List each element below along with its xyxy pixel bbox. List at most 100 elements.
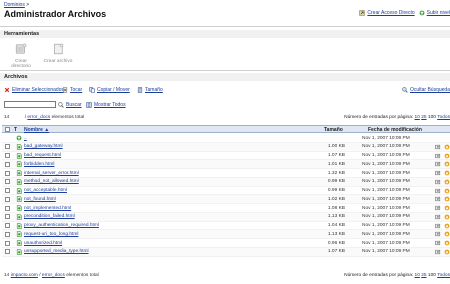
row-checkbox[interactable] xyxy=(5,240,10,246)
table-row[interactable]: not_acceptable.html 0.99 KB Nov 1, 2007 10… xyxy=(2,187,450,196)
edit-icon[interactable] xyxy=(435,179,441,185)
select-all-checkbox[interactable] xyxy=(5,127,10,132)
direct-access-link[interactable]: Crear Acceso Directo xyxy=(359,10,415,16)
per-page-10[interactable]: 10 xyxy=(415,273,420,278)
permissions-icon[interactable] xyxy=(444,231,450,237)
row-checkbox[interactable] xyxy=(5,231,10,237)
search-input[interactable] xyxy=(4,101,56,108)
table-row[interactable]: not_found.html 1.02 KB Nov 1, 2007 10:09 P… xyxy=(2,195,450,204)
row-checkbox[interactable] xyxy=(5,170,10,176)
file-name-link[interactable]: request-uri_too_long.html xyxy=(24,232,78,237)
permissions-icon[interactable] xyxy=(444,170,450,176)
file-name-link[interactable]: forbidden.html xyxy=(24,162,54,167)
file-name-link[interactable]: internal_server_error.html xyxy=(24,171,79,176)
permissions-icon[interactable] xyxy=(444,249,450,255)
edit-icon[interactable] xyxy=(435,144,441,150)
file-name-link[interactable]: not_acceptable.html xyxy=(24,188,67,193)
edit-icon[interactable] xyxy=(435,205,441,211)
show-all-button[interactable]: Mostrar Todos xyxy=(86,102,126,108)
file-name-link[interactable]: not_found.html xyxy=(24,197,56,202)
file-name-link[interactable]: not_implemented.html xyxy=(24,206,71,211)
permissions-icon[interactable] xyxy=(444,196,450,202)
table-row[interactable]: not_implemented.html 1.08 KB Nov 1, 2007 1… xyxy=(2,204,450,213)
file-date: Nov 1, 2007 10:09 PM xyxy=(362,170,410,176)
row-checkbox[interactable] xyxy=(5,205,10,211)
col-modified[interactable]: Fecha de modificación xyxy=(368,127,422,133)
table-row[interactable]: unsupported_media_type.html 1.07 KB Nov 1,… xyxy=(2,247,450,257)
per-page-10[interactable]: 10 xyxy=(415,115,420,120)
table-row[interactable]: bad_request.html 1.07 KB Nov 1, 2007 10:09… xyxy=(2,152,450,161)
row-checkbox[interactable] xyxy=(5,214,10,220)
cut-button[interactable]: Tocar xyxy=(62,87,82,93)
row-checkbox[interactable] xyxy=(5,144,10,150)
row-actions xyxy=(435,240,450,246)
file-name-link[interactable]: bad_request.html xyxy=(24,153,61,158)
file-size: 0.99 KB xyxy=(327,179,345,185)
files-heading: Archivos xyxy=(4,74,28,80)
file-name-link[interactable]: unauthorized.html xyxy=(24,241,62,246)
table-row[interactable]: bad_gateway.html 1.00 KB Nov 1, 2007 10:09… xyxy=(2,142,450,152)
search-button[interactable]: Buscar xyxy=(58,102,82,108)
path-folder-link[interactable]: error_docs xyxy=(27,115,50,120)
col-type[interactable]: T xyxy=(14,127,17,133)
edit-icon[interactable] xyxy=(435,240,441,246)
domain-link[interactable]: impacto.com xyxy=(11,273,38,278)
per-page-25[interactable]: 25 xyxy=(421,115,426,120)
table-row[interactable]: request-uri_too_long.html 1.13 KB Nov 1, 2… xyxy=(2,230,450,239)
create-file-button[interactable]: Crear archivo xyxy=(42,43,74,64)
edit-icon[interactable] xyxy=(435,153,441,159)
per-page-25[interactable]: 25 xyxy=(421,273,426,278)
per-page-100[interactable]: 100 xyxy=(428,273,436,278)
row-checkbox[interactable] xyxy=(5,223,10,228)
table-row[interactable]: internal_server_error.html 1.32 KB Nov 1, … xyxy=(2,169,450,178)
create-folder-button[interactable]: Crear directorio xyxy=(5,43,37,69)
edit-icon[interactable] xyxy=(435,196,441,202)
table-row[interactable]: method_not_allowed.html 0.99 KB Nov 1, 200… xyxy=(2,177,450,187)
copy-move-button[interactable]: Copiar / Mover xyxy=(89,87,130,93)
permissions-icon[interactable] xyxy=(444,240,450,246)
path-folder-link[interactable]: error_docs xyxy=(42,273,65,278)
per-page-100[interactable]: 100 xyxy=(428,115,436,120)
file-name-link[interactable]: proxy_authentication_required.html xyxy=(24,223,99,228)
row-checkbox[interactable] xyxy=(5,188,10,193)
row-checkbox[interactable] xyxy=(5,196,10,202)
file-name-link[interactable]: bad_gateway.html xyxy=(24,144,63,149)
edit-icon[interactable] xyxy=(435,170,441,176)
table-row[interactable]: precondition_failed.html 1.13 KB Nov 1, 20… xyxy=(2,212,450,222)
file-name-link[interactable]: method_not_allowed.html xyxy=(24,179,79,184)
permissions-icon[interactable] xyxy=(444,214,450,220)
edit-icon[interactable] xyxy=(435,161,441,167)
row-checkbox[interactable] xyxy=(5,179,10,185)
permissions-icon[interactable] xyxy=(444,179,450,185)
permissions-icon[interactable] xyxy=(444,205,450,211)
table-row[interactable]: unauthorized.html 0.96 KB Nov 1, 2007 10:0… xyxy=(2,239,450,248)
table-row[interactable]: proxy_authentication_required.html 1.04 K… xyxy=(2,222,450,231)
parent-dir-row[interactable]: .. Nov 1, 2007 10:09 PM xyxy=(2,134,450,143)
breadcrumb-root-link[interactable]: Dominios xyxy=(4,2,25,8)
table-row[interactable]: forbidden.html 1.01 KB Nov 1, 2007 10:09 P… xyxy=(2,160,450,169)
size-button[interactable]: Tamaño xyxy=(137,87,163,93)
row-checkbox[interactable] xyxy=(5,161,10,167)
hide-search-button[interactable]: Ocultar Búsqueda xyxy=(402,87,450,93)
permissions-icon[interactable] xyxy=(444,153,450,159)
edit-icon[interactable] xyxy=(435,223,441,229)
col-size[interactable]: Tamaño xyxy=(324,127,343,133)
edit-icon[interactable] xyxy=(435,188,441,194)
row-checkbox[interactable] xyxy=(5,153,10,158)
file-name-link[interactable]: unsupported_media_type.html xyxy=(24,249,89,254)
edit-icon[interactable] xyxy=(435,231,441,237)
go-up-link[interactable]: Subir nivel xyxy=(419,10,450,16)
permissions-icon[interactable] xyxy=(444,223,450,229)
delete-selected-button[interactable]: Eliminar Seleccionados xyxy=(4,87,64,93)
permissions-icon[interactable] xyxy=(444,161,450,167)
parent-dir-link[interactable]: .. xyxy=(24,136,27,141)
edit-icon[interactable] xyxy=(435,249,441,255)
row-checkbox[interactable] xyxy=(5,249,10,255)
permissions-icon[interactable] xyxy=(444,188,450,194)
file-name-link[interactable]: precondition_failed.html xyxy=(24,214,75,219)
permissions-icon[interactable] xyxy=(444,144,450,150)
per-page-all[interactable]: Todos xyxy=(437,115,450,120)
per-page-all[interactable]: Todos xyxy=(437,273,450,278)
col-name[interactable]: Nombre ▲ xyxy=(24,127,49,133)
edit-icon[interactable] xyxy=(435,214,441,220)
